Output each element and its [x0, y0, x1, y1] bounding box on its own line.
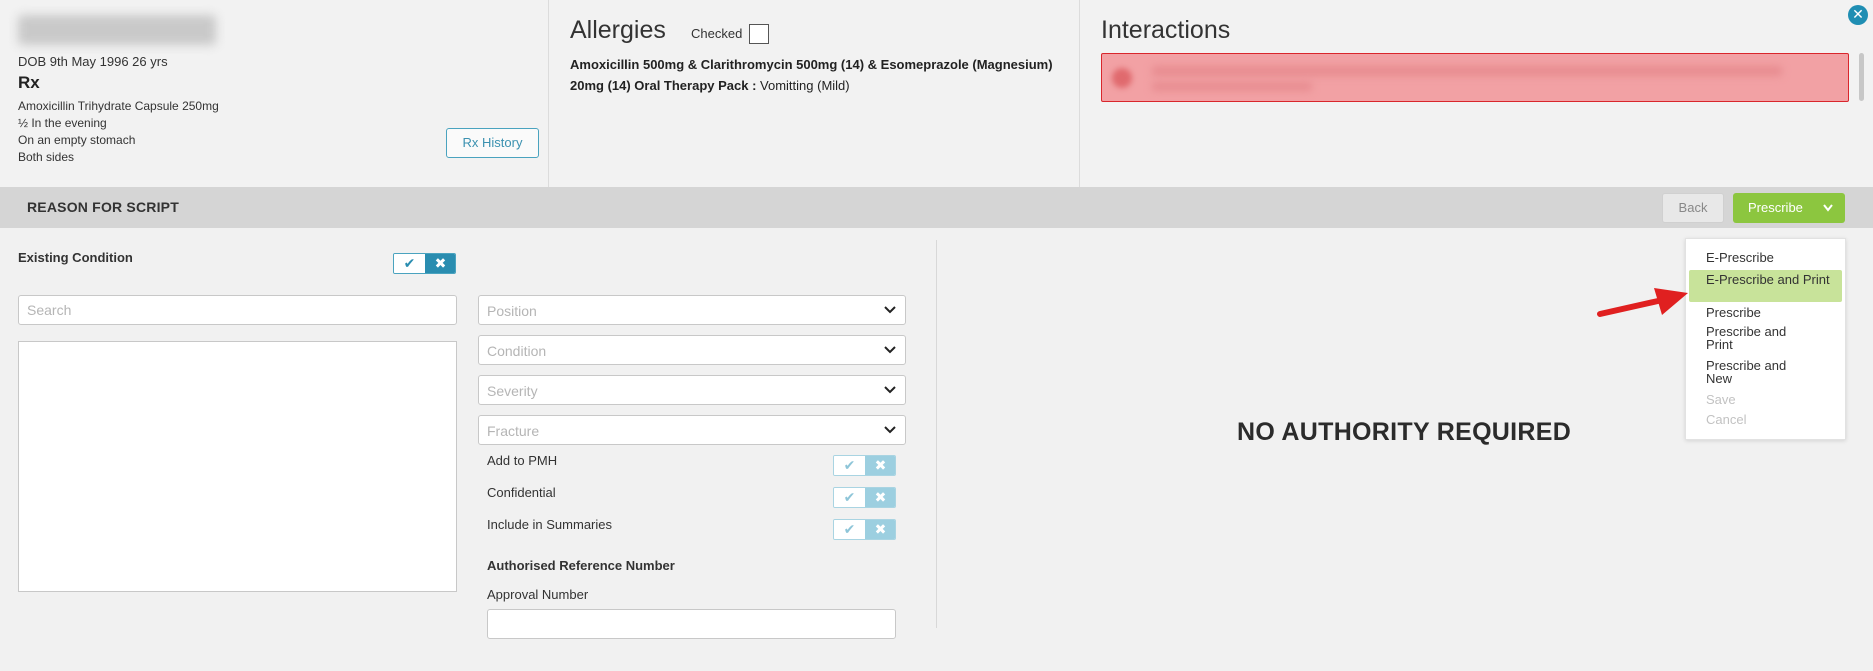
allergies-panel: Allergies Checked Amoxicillin 500mg & Cl… [549, 0, 1080, 187]
rx-site: Both sides [18, 150, 75, 164]
allergy-entry: Amoxicillin 500mg & Clarithromycin 500mg… [570, 54, 1075, 96]
cross-icon[interactable]: ✖ [425, 254, 455, 273]
patient-name-redacted [18, 15, 216, 45]
alert-text-redacted-2 [1152, 82, 1312, 91]
existing-condition-label: Existing Condition [18, 250, 133, 265]
rx-title: Rx [18, 73, 40, 92]
menu-item-e-prescribe-and-print[interactable]: E-Prescribe and Print [1689, 270, 1842, 302]
rx-dose: ½ In the evening [18, 116, 107, 130]
checked-checkbox[interactable] [749, 24, 769, 44]
menu-item-prescribe-and-print[interactable]: Prescribe and Print [1689, 325, 1809, 351]
reason-title: REASON FOR SCRIPT [27, 199, 179, 215]
reason-bar: REASON FOR SCRIPT Back Prescribe [0, 187, 1873, 228]
interaction-alert-redacted[interactable] [1101, 53, 1849, 102]
chevron-down-icon [884, 346, 896, 354]
cross-icon[interactable]: ✖ [865, 488, 895, 507]
position-select[interactable]: Position [478, 295, 906, 325]
rx-drug: Amoxicillin Trihydrate Capsule 250mg [18, 99, 219, 113]
prescribe-label: Prescribe [1748, 200, 1803, 215]
patient-panel: DOB 9th May 1996 26 yrs Rx Amoxicillin T… [0, 0, 549, 187]
prescribe-button[interactable]: Prescribe [1733, 193, 1845, 223]
patient-dob: DOB 9th May 1996 26 yrs [18, 54, 168, 69]
check-icon[interactable]: ✔ [834, 520, 865, 539]
fracture-placeholder: Fracture [487, 423, 540, 439]
add-to-pmh-toggle[interactable]: ✔ ✖ [833, 455, 896, 476]
interactions-scrollbar[interactable] [1859, 53, 1864, 101]
condition-results-list[interactable] [18, 341, 457, 592]
chevron-down-icon [884, 386, 896, 394]
approval-number-label: Approval Number [487, 587, 589, 602]
check-icon[interactable]: ✔ [394, 254, 425, 273]
close-icon[interactable]: ✕ [1848, 5, 1868, 25]
confidential-toggle[interactable]: ✔ ✖ [833, 487, 896, 508]
allergy-reaction: Vomitting (Mild) [756, 78, 850, 93]
menu-item-e-prescribe[interactable]: E-Prescribe [1689, 251, 1842, 264]
rx-history-button[interactable]: Rx History [446, 128, 539, 158]
condition-select[interactable]: Condition [478, 335, 906, 365]
menu-item-prescribe[interactable]: Prescribe [1689, 306, 1842, 319]
severity-placeholder: Severity [487, 383, 538, 399]
severity-select[interactable]: Severity [478, 375, 906, 405]
alert-icon [1112, 68, 1132, 88]
allergies-title: Allergies [570, 16, 666, 44]
approval-number-field[interactable] [487, 609, 896, 639]
cross-icon[interactable]: ✖ [865, 456, 895, 475]
menu-item-save: Save [1706, 392, 1736, 407]
authority-status: NO AUTHORITY REQUIRED [1237, 418, 1572, 446]
chevron-down-icon [1822, 193, 1834, 234]
confidential-label: Confidential [487, 485, 556, 500]
include-in-summaries-toggle[interactable]: ✔ ✖ [833, 519, 896, 540]
fracture-select[interactable]: Fracture [478, 415, 906, 445]
menu-item-prescribe-and-new[interactable]: Prescribe and New [1689, 359, 1809, 385]
interactions-panel: Interactions [1080, 0, 1873, 187]
add-to-pmh-label: Add to PMH [487, 453, 558, 468]
include-in-summaries-label: Include in Summaries [487, 517, 612, 532]
rx-instruction: On an empty stomach [18, 133, 136, 147]
search-input[interactable] [18, 295, 457, 325]
chevron-down-icon [884, 306, 896, 314]
prescribe-dropdown-menu: E-Prescribe E-Prescribe and Print Prescr… [1685, 238, 1846, 440]
check-icon[interactable]: ✔ [834, 456, 865, 475]
interactions-title: Interactions [1101, 16, 1231, 44]
menu-item-cancel: Cancel [1706, 412, 1747, 427]
back-button[interactable]: Back [1662, 193, 1724, 223]
panel-divider [936, 240, 937, 628]
chevron-down-icon [884, 426, 896, 434]
checked-label: Checked [691, 26, 743, 41]
cross-icon[interactable]: ✖ [865, 520, 895, 539]
authorised-reference-label: Authorised Reference Number [487, 558, 675, 573]
annotation-arrow [1597, 288, 1688, 317]
check-icon[interactable]: ✔ [834, 488, 865, 507]
patient-header: DOB 9th May 1996 26 yrs Rx Amoxicillin T… [0, 0, 1873, 187]
position-placeholder: Position [487, 303, 537, 319]
existing-condition-toggle[interactable]: ✔ ✖ [393, 253, 456, 274]
condition-placeholder: Condition [487, 343, 547, 359]
alert-text-redacted [1152, 66, 1782, 76]
